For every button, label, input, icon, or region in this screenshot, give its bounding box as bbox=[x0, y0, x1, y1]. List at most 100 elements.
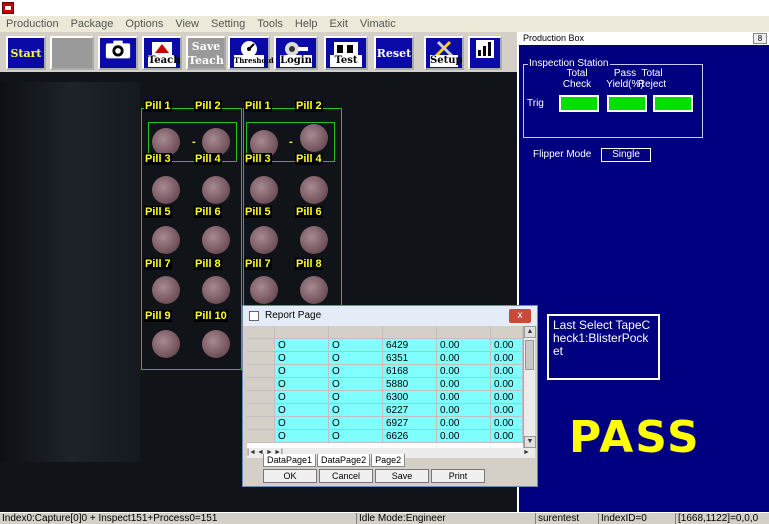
blank-button[interactable] bbox=[50, 36, 94, 70]
table-cell[interactable]: O bbox=[329, 430, 383, 443]
start-button[interactable]: Start bbox=[6, 36, 46, 70]
column-header[interactable] bbox=[437, 326, 491, 339]
vertical-scrollbar[interactable]: ▲ ▼ bbox=[523, 326, 536, 448]
tab-datapage1[interactable]: DataPage1 bbox=[263, 454, 317, 467]
table-cell[interactable]: O bbox=[329, 391, 383, 404]
table-row[interactable]: O O 6351 0.00 0.00 bbox=[247, 352, 523, 365]
save-button[interactable]: Save bbox=[375, 469, 429, 483]
table-cell[interactable]: O bbox=[275, 339, 329, 352]
table-cell[interactable]: O bbox=[329, 339, 383, 352]
menu-package[interactable]: Package bbox=[65, 18, 120, 30]
table-cell[interactable]: 6927 bbox=[383, 417, 437, 430]
column-header[interactable] bbox=[275, 326, 329, 339]
table-cell[interactable]: O bbox=[329, 417, 383, 430]
menu-exit[interactable]: Exit bbox=[324, 18, 354, 30]
table-cell[interactable]: O bbox=[275, 430, 329, 443]
row-header[interactable] bbox=[247, 352, 275, 365]
menu-help[interactable]: Help bbox=[289, 18, 324, 30]
row-header[interactable] bbox=[247, 339, 275, 352]
table-cell[interactable]: 0.00 bbox=[491, 352, 523, 365]
scroll-down-icon[interactable]: ▼ bbox=[524, 436, 536, 448]
table-row[interactable]: O O 6227 0.00 0.00 bbox=[247, 404, 523, 417]
row-header[interactable] bbox=[247, 378, 275, 391]
menu-options[interactable]: Options bbox=[119, 18, 169, 30]
scroll-up-icon[interactable]: ▲ bbox=[524, 326, 536, 338]
sheet-tabs: DataPage1 DataPage2 Page2 bbox=[263, 454, 406, 468]
table-cell[interactable]: O bbox=[329, 352, 383, 365]
menu-tools[interactable]: Tools bbox=[251, 18, 289, 30]
save-teach-button[interactable]: Save Teach bbox=[186, 36, 226, 70]
menu-view[interactable]: View bbox=[169, 18, 205, 30]
table-cell[interactable]: 6168 bbox=[383, 365, 437, 378]
save-teach-label-top: Save bbox=[191, 40, 221, 53]
table-cell[interactable]: 0.00 bbox=[491, 339, 523, 352]
table-cell[interactable]: 0.00 bbox=[437, 365, 491, 378]
table-cell[interactable]: 0.00 bbox=[437, 339, 491, 352]
menu-vimatic[interactable]: Vimatic bbox=[354, 18, 402, 30]
table-row[interactable]: O O 6429 0.00 0.00 bbox=[247, 339, 523, 352]
column-header[interactable] bbox=[491, 326, 523, 339]
menu-production[interactable]: Production bbox=[0, 18, 65, 30]
cancel-button[interactable]: Cancel bbox=[319, 469, 373, 483]
tab-datapage2[interactable]: DataPage2 bbox=[317, 454, 371, 467]
table-cell[interactable]: 0.00 bbox=[437, 404, 491, 417]
row-header[interactable] bbox=[247, 404, 275, 417]
tab-page2[interactable]: Page2 bbox=[371, 454, 406, 467]
table-cell[interactable]: O bbox=[275, 417, 329, 430]
report-grid[interactable]: O O 6429 0.00 0.00 O O 6351 0.00 0.00 O O 6168 0.00 0.… bbox=[247, 326, 523, 448]
reset-button[interactable]: Reset bbox=[374, 36, 414, 70]
test-button[interactable]: Test bbox=[324, 36, 368, 70]
row-header[interactable] bbox=[247, 365, 275, 378]
table-cell[interactable]: 6626 bbox=[383, 430, 437, 443]
table-cell[interactable]: O bbox=[275, 404, 329, 417]
teach-button[interactable]: Teach bbox=[142, 36, 182, 70]
table-cell[interactable]: 0.00 bbox=[491, 417, 523, 430]
table-cell[interactable]: O bbox=[275, 352, 329, 365]
table-cell[interactable]: 6300 bbox=[383, 391, 437, 404]
table-cell[interactable]: O bbox=[275, 365, 329, 378]
scroll-thumb[interactable] bbox=[525, 340, 534, 370]
close-button[interactable]: x bbox=[509, 309, 531, 323]
table-cell[interactable]: O bbox=[329, 404, 383, 417]
scroll-right-icon[interactable]: ► bbox=[522, 448, 531, 458]
table-cell[interactable]: 6429 bbox=[383, 339, 437, 352]
table-cell[interactable]: 6351 bbox=[383, 352, 437, 365]
table-cell[interactable]: O bbox=[275, 391, 329, 404]
table-cell[interactable]: 5880 bbox=[383, 378, 437, 391]
table-cell[interactable]: 0.00 bbox=[437, 391, 491, 404]
statistics-button[interactable] bbox=[468, 36, 502, 70]
table-cell[interactable]: 0.00 bbox=[491, 404, 523, 417]
table-row[interactable]: O O 6300 0.00 0.00 bbox=[247, 391, 523, 404]
table-cell[interactable]: 6227 bbox=[383, 404, 437, 417]
print-button[interactable]: Print bbox=[431, 469, 485, 483]
column-header[interactable] bbox=[329, 326, 383, 339]
table-row[interactable]: O O 5880 0.00 0.00 bbox=[247, 378, 523, 391]
production-box-restore-button[interactable]: 8 bbox=[753, 33, 767, 44]
table-cell[interactable]: 0.00 bbox=[491, 430, 523, 443]
table-cell[interactable]: 0.00 bbox=[437, 417, 491, 430]
table-cell[interactable]: O bbox=[329, 365, 383, 378]
menu-setting[interactable]: Setting bbox=[205, 18, 251, 30]
login-button[interactable]: Login bbox=[274, 36, 318, 70]
ok-button[interactable]: OK bbox=[263, 469, 317, 483]
row-header[interactable] bbox=[247, 430, 275, 443]
table-row[interactable]: O O 6927 0.00 0.00 bbox=[247, 417, 523, 430]
table-cell[interactable]: 0.00 bbox=[437, 430, 491, 443]
table-cell[interactable]: O bbox=[329, 378, 383, 391]
threshold-button[interactable]: Threshold bbox=[228, 36, 274, 70]
flipper-mode-select[interactable]: Single bbox=[601, 148, 651, 162]
table-cell[interactable]: 0.00 bbox=[491, 365, 523, 378]
row-header[interactable] bbox=[247, 417, 275, 430]
setup-button[interactable]: Setup bbox=[424, 36, 464, 70]
camera-button[interactable] bbox=[98, 36, 138, 70]
table-row[interactable]: O O 6626 0.00 0.00 bbox=[247, 430, 523, 443]
table-cell[interactable]: 0.00 bbox=[437, 378, 491, 391]
column-header[interactable] bbox=[383, 326, 437, 339]
row-header[interactable] bbox=[247, 391, 275, 404]
table-row[interactable]: O O 6168 0.00 0.00 bbox=[247, 365, 523, 378]
table-cell[interactable]: 0.00 bbox=[437, 352, 491, 365]
table-cell[interactable]: O bbox=[275, 378, 329, 391]
table-cell[interactable]: 0.00 bbox=[491, 378, 523, 391]
first-page-icon[interactable]: |◄ bbox=[247, 448, 256, 458]
table-cell[interactable]: 0.00 bbox=[491, 391, 523, 404]
